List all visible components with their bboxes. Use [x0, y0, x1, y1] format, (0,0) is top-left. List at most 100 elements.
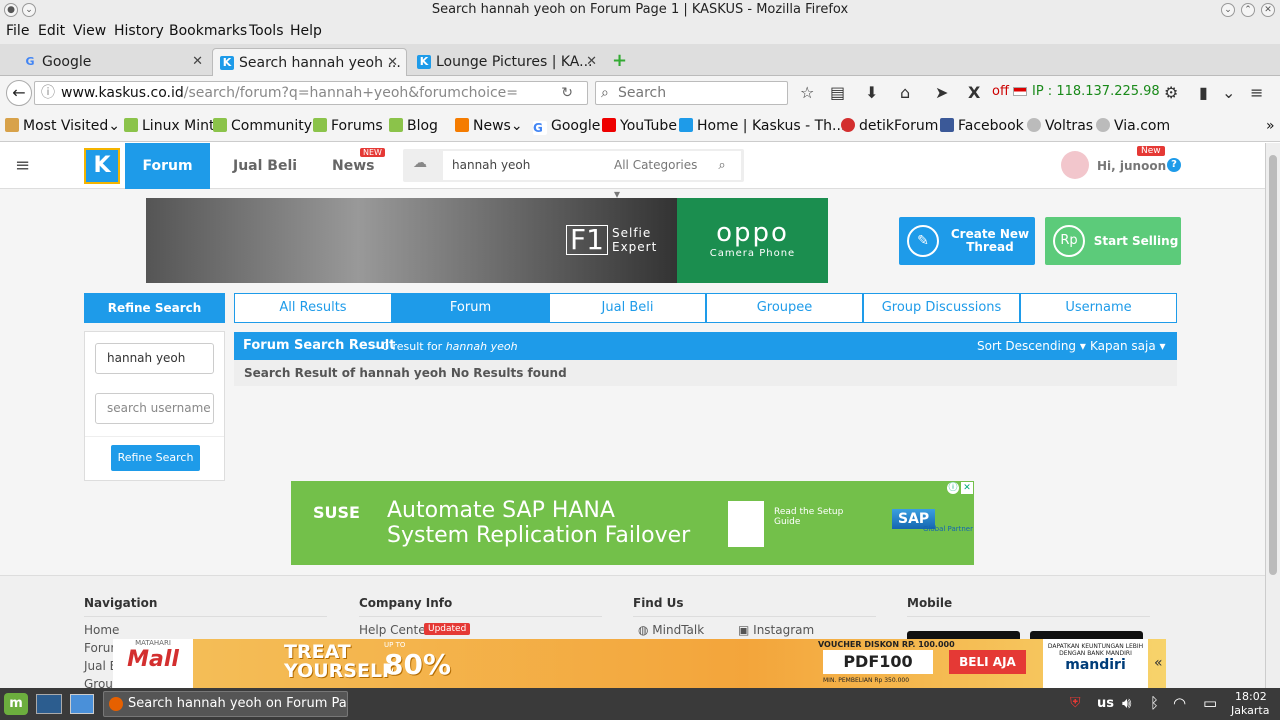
tab-groupee[interactable]: Groupee	[706, 293, 863, 323]
maximize-icon[interactable]: ⌃	[1241, 3, 1255, 17]
start-menu-icon[interactable]: m	[4, 693, 28, 715]
bookmark-blog[interactable]: Blog	[389, 118, 438, 134]
extension-icon[interactable]: ⚙	[1164, 83, 1178, 102]
shield-icon[interactable]: ⛨	[1070, 695, 1081, 711]
ad-close-icon[interactable]: ✕	[961, 482, 973, 494]
footer-link-home[interactable]: Home	[84, 623, 119, 637]
menu-bookmarks[interactable]: Bookmarks	[169, 23, 247, 39]
refine-search-button[interactable]: Refine Search	[111, 445, 200, 471]
page-scrollbar[interactable]	[1265, 143, 1280, 688]
bookmark-forums[interactable]: Forums	[313, 118, 383, 134]
bookmark-kaskus-home[interactable]: Home | Kaskus - Th...	[679, 118, 845, 134]
menu-history[interactable]: History	[114, 23, 164, 39]
battery-icon[interactable]: ▭	[1203, 694, 1217, 712]
beli-aja-button[interactable]: BELI AJA	[949, 650, 1026, 674]
url-bar[interactable]: ⓘ www.kaskus.co.id/search/forum?q=hannah…	[34, 81, 588, 105]
info-icon[interactable]: ⓘ	[41, 82, 55, 104]
search-icon[interactable]: ⌕	[703, 151, 741, 180]
new-tab-icon[interactable]: +	[612, 50, 627, 71]
time-dropdown[interactable]: Kapan saja ▾	[1090, 339, 1166, 353]
bookmark-google[interactable]: G Google	[533, 118, 600, 135]
clock-time[interactable]: 18:02	[1235, 690, 1267, 703]
menu-view[interactable]: View	[73, 23, 106, 39]
create-thread-button[interactable]: ✎ Create New Thread	[899, 217, 1035, 265]
bookmarks-overflow-icon[interactable]: »	[1266, 118, 1275, 134]
bookmark-star-icon[interactable]: ☆	[800, 83, 814, 102]
firefox-menu-icon[interactable]: ●	[4, 3, 18, 17]
menu-file[interactable]: File	[6, 23, 29, 39]
taskbar-window-firefox[interactable]: Search hannah yeoh on Forum Page 1	[103, 691, 348, 717]
tab-forum[interactable]: Forum	[392, 293, 549, 323]
collapse-ad-icon[interactable]: «	[1154, 655, 1163, 671]
category-select[interactable]: All Categories ▾	[603, 151, 703, 201]
start-selling-button[interactable]: Rp Start Selling	[1045, 217, 1181, 265]
tab-username[interactable]: Username	[1020, 293, 1177, 323]
sort-dropdown[interactable]: Sort Descending ▾	[977, 339, 1086, 353]
close-tab-icon[interactable]: ✕	[586, 48, 597, 76]
footer-mindtalk[interactable]: ◍ MindTalk	[638, 623, 704, 637]
help-icon[interactable]: ?	[1167, 158, 1181, 172]
proxy-status: off	[992, 84, 1009, 99]
clipboard-icon[interactable]: ▮	[1199, 83, 1208, 102]
avatar[interactable]	[1061, 151, 1089, 179]
show-desktop-icon[interactable]	[36, 694, 62, 714]
proxy-x-icon[interactable]: X	[968, 83, 980, 102]
matahari-mall-ad[interactable]: MATAHARI Mall TREAT YOURSELF UP TO 80% V…	[113, 639, 1166, 688]
suse-ad[interactable]: SUSE Automate SAP HANA System Replicatio…	[291, 481, 974, 565]
tab-kaskus-search[interactable]: K Search hannah yeoh ... ✕	[212, 48, 407, 76]
username-input[interactable]: search username	[95, 393, 214, 424]
back-icon[interactable]: ←	[6, 80, 32, 106]
window-menu-icon[interactable]: ⌄	[22, 3, 36, 17]
oppo-banner-brand[interactable]: oppo Camera Phone	[677, 198, 828, 283]
hamburger-icon[interactable]: ≡	[15, 155, 30, 176]
tab-group-discussions[interactable]: Group Discussions	[863, 293, 1020, 323]
nav-forum[interactable]: Forum	[125, 143, 210, 189]
kaskus-logo[interactable]: K	[84, 148, 120, 184]
refine-query-input[interactable]: hannah yeoh	[95, 343, 214, 374]
wifi-icon[interactable]: ◠	[1173, 694, 1186, 712]
minimize-icon[interactable]: ⌄	[1221, 3, 1235, 17]
menu-help[interactable]: Help	[290, 23, 322, 39]
reload-icon[interactable]: ↻	[561, 82, 573, 104]
no-results-message: Search Result of hannah yeoh No Results …	[234, 360, 1177, 386]
scrollbar-thumb[interactable]	[1269, 155, 1277, 575]
volume-icon[interactable]: 🔊︎	[1122, 694, 1131, 712]
menu-tools[interactable]: Tools	[249, 23, 284, 39]
nav-jual-beli[interactable]: Jual Beli	[233, 158, 297, 174]
overflow-chevron-icon[interactable]: ⌄	[1222, 83, 1235, 102]
bookmark-most-visited[interactable]: Most Visited⌄	[5, 118, 120, 134]
footer-help-center[interactable]: Help Center	[359, 623, 431, 637]
bookmark-youtube[interactable]: YouTube	[602, 118, 677, 134]
nav-news[interactable]: News	[332, 158, 374, 174]
tab-jual-beli[interactable]: Jual Beli	[549, 293, 706, 323]
chat-bubble-icon[interactable]: ☁	[413, 155, 427, 171]
close-icon[interactable]: ✕	[1261, 3, 1275, 17]
search-input[interactable]: ⌕ Search	[595, 81, 788, 105]
oppo-banner-image[interactable]: F1 Selfie Expert	[146, 198, 677, 283]
bookmark-news[interactable]: News⌄	[455, 118, 523, 134]
send-icon[interactable]: ➤	[935, 83, 948, 102]
reading-list-icon[interactable]: ▤	[830, 83, 845, 102]
bookmark-facebook[interactable]: Facebook	[940, 118, 1024, 134]
download-icon[interactable]: ⬇	[865, 83, 878, 102]
menu-edit[interactable]: Edit	[38, 23, 65, 39]
home-icon[interactable]: ⌂	[900, 83, 910, 102]
ad-info-icon[interactable]: ⓘ	[947, 482, 959, 494]
tab-lounge-pictures[interactable]: K Lounge Pictures | KA... ✕	[410, 48, 605, 76]
keyboard-layout[interactable]: us	[1097, 696, 1114, 711]
file-manager-icon[interactable]	[70, 694, 94, 714]
close-tab-icon[interactable]: ✕	[387, 49, 398, 76]
tab-all-results[interactable]: All Results	[234, 293, 392, 323]
user-greeting[interactable]: Hi, junoon	[1097, 159, 1166, 173]
footer-instagram[interactable]: ▣ Instagram	[738, 623, 814, 637]
tab-google[interactable]: G Google ✕	[16, 48, 211, 76]
hamburger-menu-icon[interactable]: ≡	[1250, 83, 1263, 102]
bluetooth-icon[interactable]: ᛒ	[1150, 694, 1159, 712]
bookmark-linux-mint[interactable]: Linux Mint	[124, 118, 215, 134]
close-tab-icon[interactable]: ✕	[192, 48, 203, 76]
bookmark-via[interactable]: Via.com	[1096, 118, 1170, 134]
bookmark-detikforum[interactable]: detikForum	[841, 118, 938, 134]
bookmark-voltras[interactable]: Voltras	[1027, 118, 1093, 134]
bookmark-community[interactable]: Community	[213, 118, 312, 134]
kaskus-search-input[interactable]: hannah yeoh	[443, 151, 603, 180]
